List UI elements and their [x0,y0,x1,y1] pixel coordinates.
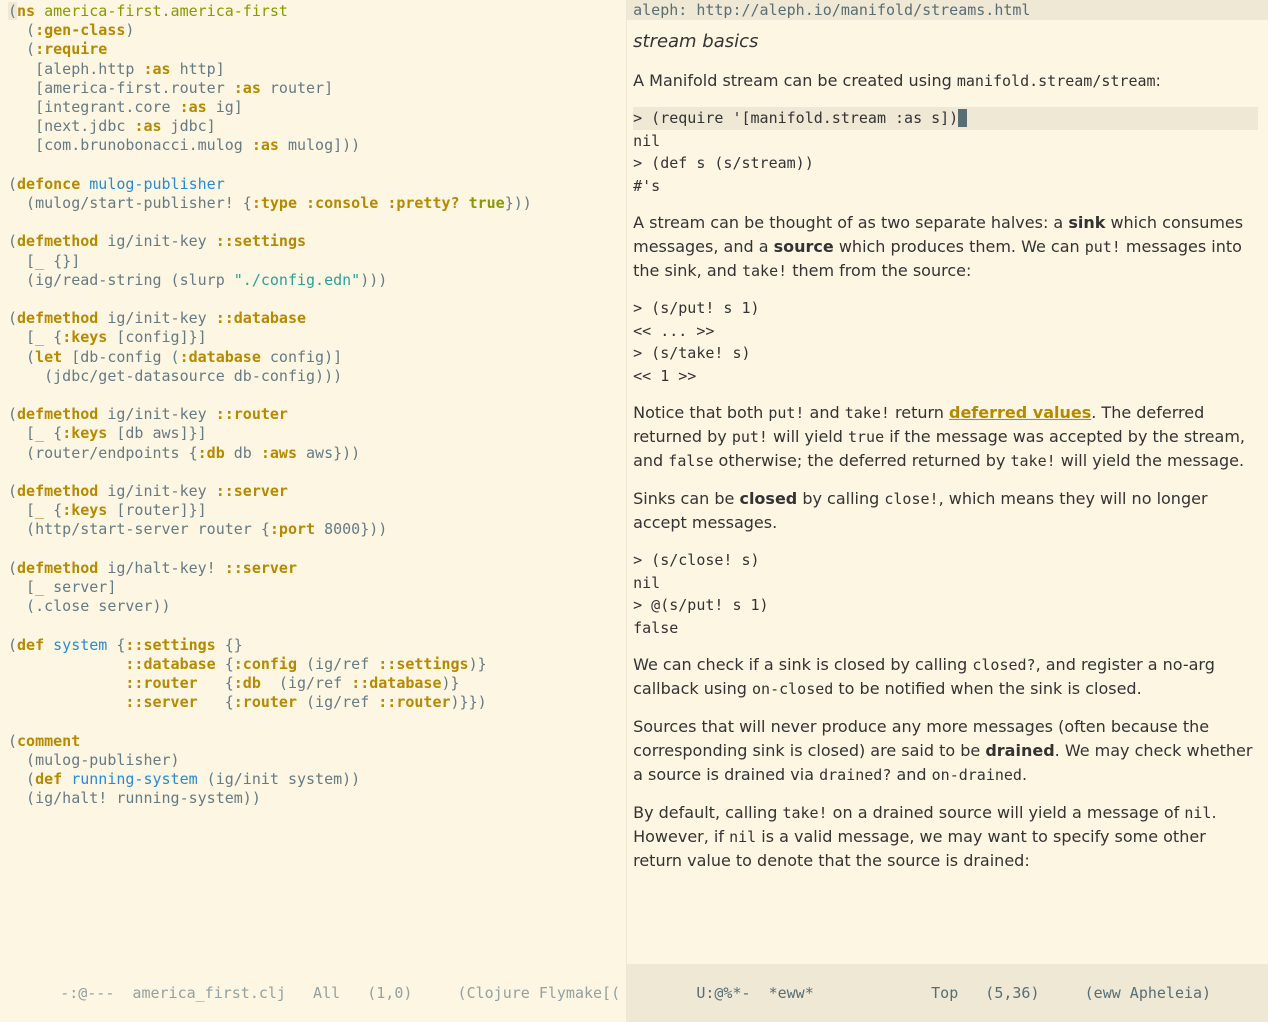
right-modeline: U:@%*- *eww* Top (5,36) (eww Apheleia) [627,964,1268,1022]
page-title: stream basics [633,28,1258,55]
cursor [958,109,967,127]
code-block-2: > (s/put! s 1) << ... >> > (s/take! s) <… [633,297,1258,387]
para-closedq: We can check if a sink is closed by call… [633,653,1258,701]
deferred-values-link[interactable]: deferred values [949,403,1091,422]
right-window[interactable]: aleph: http://aleph.io/manifold/streams.… [627,0,1268,1022]
para-intro: A Manifold stream can be created using m… [633,69,1258,93]
left-modeline: -:@--- america_first.clj All (1,0) (Cloj… [0,964,626,1022]
para-sink-source: A stream can be thought of as two separa… [633,211,1258,283]
code-block-1: > (require '[manifold.stream :as s]) nil… [633,107,1258,197]
emacs-frame: (ns america-first.america-first (:gen-cl… [0,0,1268,1022]
para-take-nil: By default, calling take! on a drained s… [633,801,1258,873]
code-block-3: > (s/close! s) nil > @(s/put! s 1) false [633,549,1258,639]
eww-buffer[interactable]: stream basics A Manifold stream can be c… [627,20,1268,964]
para-deferred: Notice that both put! and take! return d… [633,401,1258,473]
code-buffer[interactable]: (ns america-first.america-first (:gen-cl… [0,0,626,964]
left-window[interactable]: (ns america-first.america-first (:gen-cl… [0,0,627,1022]
para-closed: Sinks can be closed by calling close!, w… [633,487,1258,535]
para-drained: Sources that will never produce any more… [633,715,1258,787]
eww-url-bar[interactable]: aleph: http://aleph.io/manifold/streams.… [627,0,1268,20]
